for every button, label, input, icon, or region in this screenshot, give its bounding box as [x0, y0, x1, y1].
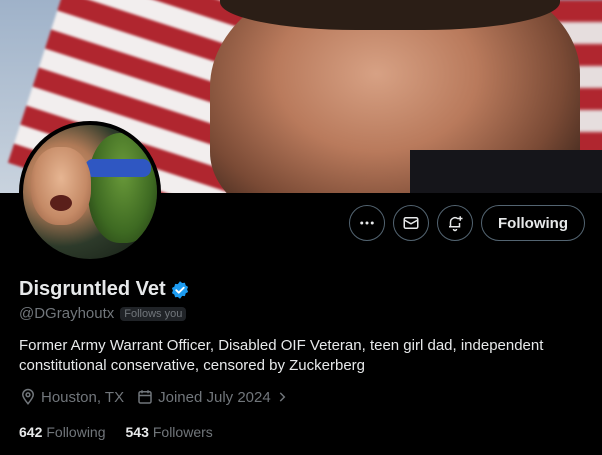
- calendar-icon: [138, 390, 152, 404]
- notifications-button[interactable]: [437, 205, 473, 241]
- location: Houston, TX: [19, 388, 124, 406]
- following-count: 642: [19, 424, 43, 440]
- profile-actions: Following: [349, 205, 585, 241]
- more-icon: [360, 221, 374, 225]
- display-name: Disgruntled Vet: [19, 278, 166, 300]
- followers-count: 543: [125, 424, 149, 440]
- avatar-face: [31, 147, 91, 225]
- followers-stat[interactable]: 543 Followers: [126, 424, 213, 440]
- envelope-icon: [403, 217, 419, 229]
- name-row: Disgruntled Vet: [19, 278, 190, 301]
- follows-you-badge: Follows you: [120, 306, 187, 321]
- handle-row: @DGrayhoutx Follows you: [19, 305, 187, 322]
- following-button[interactable]: Following: [481, 205, 585, 241]
- handle: @DGrayhoutx: [19, 305, 115, 322]
- follow-stats: 642 Following 543 Followers: [19, 424, 213, 440]
- location-text: Houston, TX: [41, 388, 125, 406]
- more-button[interactable]: [349, 205, 385, 241]
- avatar-turtle-mask: [85, 159, 151, 177]
- following-label: Following: [46, 424, 106, 440]
- avatar-turtle: [88, 133, 157, 243]
- profile-meta: Houston, TX Joined July 2024: [19, 388, 289, 406]
- bell-plus-icon: [449, 216, 463, 232]
- message-button[interactable]: [393, 205, 429, 241]
- bio: Former Army Warrant Officer, Disabled OI…: [19, 337, 544, 374]
- location-pin-icon: [21, 388, 35, 405]
- followers-label: Followers: [152, 424, 213, 440]
- joined-date[interactable]: Joined July 2024: [136, 388, 289, 406]
- avatar[interactable]: [19, 121, 161, 263]
- joined-text: Joined July 2024: [158, 388, 271, 406]
- banner-portrait-suit: [410, 150, 602, 193]
- following-stat[interactable]: 642 Following: [19, 424, 106, 440]
- verified-badge-icon[interactable]: [170, 280, 190, 300]
- avatar-mouth: [50, 195, 72, 211]
- chevron-right-icon: [279, 392, 286, 402]
